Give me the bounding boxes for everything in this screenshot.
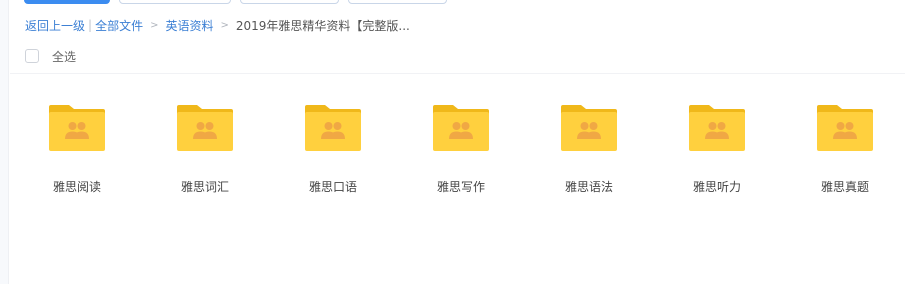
folder-item[interactable]: 雅思听力 bbox=[667, 104, 767, 199]
shared-folder-icon bbox=[561, 105, 617, 151]
folder-item[interactable]: 雅思口语 bbox=[283, 104, 383, 199]
folder-name: 雅思写作 bbox=[436, 180, 485, 194]
folder-item[interactable]: 雅思真题 bbox=[795, 104, 895, 199]
folder-grid: 雅思阅读 雅思词汇 雅思口语 雅思写作 雅思语法 雅思听力 雅思真题 bbox=[0, 0, 905, 284]
shared-folder-icon bbox=[177, 105, 233, 151]
shared-folder-icon bbox=[433, 105, 489, 151]
shared-folder-icon bbox=[689, 105, 745, 151]
folder-name: 雅思语法 bbox=[564, 180, 613, 194]
file-browser: 返回上一级 | 全部文件 > 英语资料 > 2019年雅思精华资料【完整版...… bbox=[0, 0, 905, 284]
folder-name: 雅思真题 bbox=[820, 180, 869, 194]
folder-name: 雅思口语 bbox=[308, 180, 357, 194]
shared-folder-icon bbox=[49, 105, 105, 151]
folder-item[interactable]: 雅思写作 bbox=[411, 104, 511, 199]
folder-item[interactable]: 雅思阅读 bbox=[27, 104, 127, 199]
shared-folder-icon bbox=[817, 105, 873, 151]
folder-item[interactable]: 雅思词汇 bbox=[155, 104, 255, 199]
folder-name: 雅思听力 bbox=[692, 180, 741, 194]
folder-name: 雅思词汇 bbox=[180, 180, 229, 194]
folder-name: 雅思阅读 bbox=[52, 180, 101, 194]
shared-folder-icon bbox=[305, 105, 361, 151]
folder-item[interactable]: 雅思语法 bbox=[539, 104, 639, 199]
